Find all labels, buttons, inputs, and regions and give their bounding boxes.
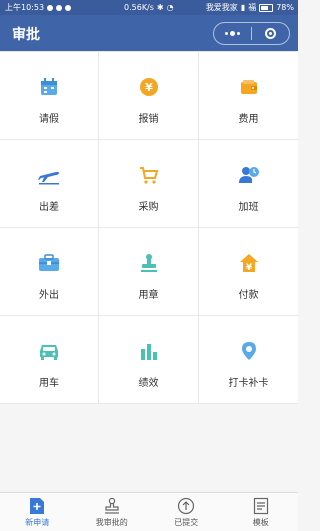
approval-grid: 请假 ¥ 报销 费用 出差 采购 加班 外出 用章 ¥ 付款 用车 绩效 打卡补… [0,51,298,404]
grid-item-label: 加班 [238,202,259,213]
close-button[interactable] [252,23,289,44]
stamp-outline-icon [103,497,121,515]
grid-item-clock-in[interactable]: 打卡补卡 [199,316,298,404]
status-bar: 上午10:53 0.56K/s ✱ ◔ 我爱我家 ▮ 福 78% [0,0,298,15]
grid-item-reimbursement[interactable]: ¥ 报销 [99,52,199,140]
bottom-tab-bar: 新申请 我审批的 已提交 模板 [0,492,298,531]
battery-icon [259,3,274,12]
grid-item-label: 费用 [238,114,259,125]
grid-item-overtime[interactable]: 加班 [199,140,298,228]
wifi-icon: ◔ [166,3,174,12]
wallet-icon [238,76,260,98]
grid-item-label: 绩效 [138,378,159,389]
carrier-label: 我爱我家 [205,3,238,12]
grid-item-performance[interactable]: 绩效 [99,316,199,404]
svg-text:¥: ¥ [245,263,252,273]
status-time: 上午10:53 [5,3,45,12]
grid-item-leave[interactable]: 请假 [0,52,99,140]
page-title: 审批 [12,27,40,43]
grid-item-payment[interactable]: ¥ 付款 [199,228,298,316]
car-icon [38,340,60,362]
grid-item-label: 付款 [238,290,259,301]
calendar-icon [38,76,60,98]
grid-item-label: 外出 [39,290,59,301]
battery-percent: 78% [276,3,294,12]
grid-item-label: 出差 [39,202,59,213]
grid-item-purchase[interactable]: 采购 [99,140,199,228]
grid-item-label: 采购 [138,202,159,213]
network-speed: 0.56K/s [124,3,154,12]
tab-submitted[interactable]: 已提交 [149,493,224,531]
carrier-label-2: 福 [248,3,257,12]
tab-label: 新申请 [25,518,50,527]
location-pin-icon [238,340,260,362]
yen-house-icon: ¥ [238,252,260,274]
new-document-icon [28,497,46,515]
app-icon [65,4,72,11]
bluetooth-icon: ✱ [156,3,164,12]
upload-circle-icon [177,497,195,515]
more-dots-icon [225,31,240,36]
tab-label: 已提交 [174,518,199,527]
nav-bar: 审批 [0,15,298,51]
bar-chart-icon [138,340,160,362]
signal-icon: ▮ [240,3,246,12]
notification-icon [47,4,54,11]
svg-text:¥: ¥ [145,81,153,94]
grid-item-label: 报销 [138,114,159,125]
stamp-icon [138,252,160,274]
grid-item-seal[interactable]: 用章 [99,228,199,316]
more-button[interactable] [214,23,251,44]
mini-program-capsule [213,22,290,45]
grid-item-expense[interactable]: 费用 [199,52,298,140]
yen-coin-icon: ¥ [138,76,160,98]
tab-label: 我审批的 [95,518,128,527]
qq-icon [56,4,63,11]
briefcase-icon [38,252,60,274]
tab-label: 模板 [252,518,269,527]
user-clock-icon [238,164,260,186]
template-icon [252,497,270,515]
grid-item-label: 请假 [39,114,59,125]
grid-item-car[interactable]: 用车 [0,316,99,404]
airplane-icon [38,164,60,186]
tab-new-request[interactable]: 新申请 [0,493,75,531]
grid-item-business-trip[interactable]: 出差 [0,140,99,228]
grid-item-label: 打卡补卡 [228,378,269,389]
close-circle-icon [265,28,276,39]
grid-item-label: 用车 [39,378,59,389]
cart-icon [138,164,160,186]
tab-my-approvals[interactable]: 我审批的 [75,493,150,531]
grid-item-label: 用章 [138,290,159,301]
grid-item-out[interactable]: 外出 [0,228,99,316]
tab-templates[interactable]: 模板 [224,493,299,531]
